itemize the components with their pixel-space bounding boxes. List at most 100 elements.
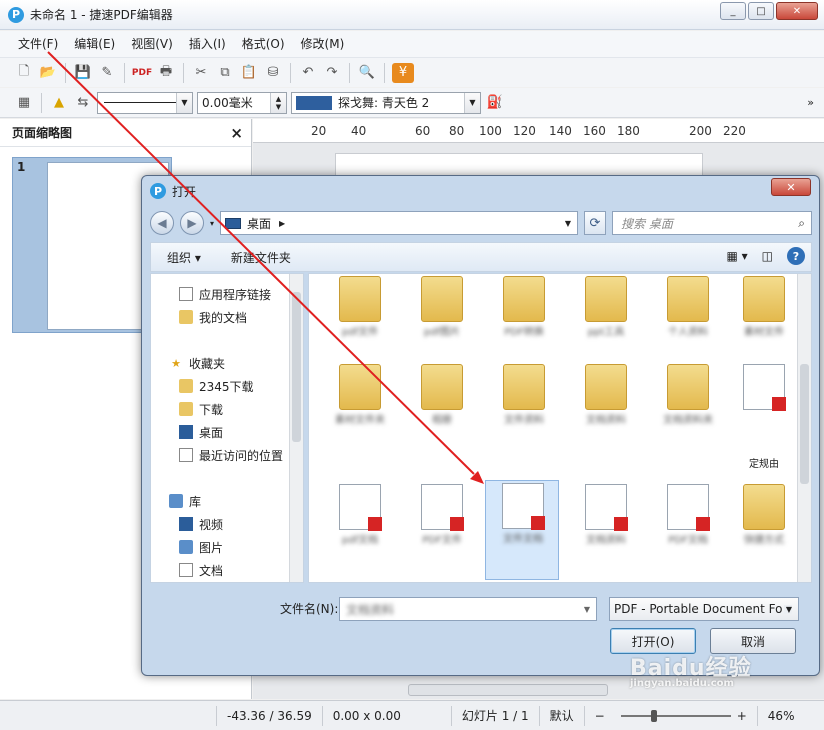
view-options-icon[interactable]: ▦ ▾ bbox=[726, 249, 747, 263]
minimize-button[interactable]: _ bbox=[720, 2, 746, 20]
menu-file[interactable]: 文件(F) bbox=[10, 31, 66, 57]
nav-item-label: 图片 bbox=[199, 540, 224, 555]
paste-icon[interactable]: 📋 bbox=[239, 63, 259, 83]
zoom-slider-thumb[interactable] bbox=[650, 709, 657, 722]
menu-edit[interactable]: 编辑(E) bbox=[66, 31, 123, 57]
file-item[interactable]: 文件资料 bbox=[487, 362, 561, 462]
help-icon[interactable]: ? bbox=[787, 247, 805, 265]
file-item[interactable]: pdf文档 bbox=[323, 482, 397, 582]
arrow-style-icon[interactable]: ⇆ bbox=[73, 93, 93, 113]
file-item[interactable]: pdf图片 bbox=[405, 274, 479, 374]
nav-scrollbar[interactable] bbox=[289, 274, 303, 582]
file-label: 相册 bbox=[432, 415, 452, 426]
file-item[interactable]: 相册 bbox=[405, 362, 479, 462]
pdf-file-icon bbox=[421, 484, 464, 531]
menu-format[interactable]: 格式(O) bbox=[234, 31, 293, 57]
undo-icon[interactable]: ↶ bbox=[298, 63, 318, 83]
new-folder-button[interactable]: 新建文件夹 bbox=[231, 249, 291, 266]
nav-item-recent[interactable]: 最近访问的位置 bbox=[179, 445, 283, 465]
file-item[interactable]: PDF转换 bbox=[487, 274, 561, 374]
file-item[interactable]: pdf文件 bbox=[323, 274, 397, 374]
nav-item-label: 应用程序链接 bbox=[199, 287, 272, 302]
maximize-button[interactable]: □ bbox=[748, 2, 774, 20]
chevron-down-icon[interactable]: ▼ bbox=[584, 605, 590, 614]
zoom-out-icon[interactable]: − bbox=[583, 705, 615, 726]
grid-icon[interactable]: ▦ bbox=[14, 93, 34, 113]
file-item-selected[interactable]: 文件文档 bbox=[485, 480, 559, 580]
nav-item-library[interactable]: 库 bbox=[169, 491, 201, 511]
copy-icon[interactable]: ⧉ bbox=[215, 63, 235, 83]
horizontal-scrollbar[interactable] bbox=[408, 684, 608, 696]
file-item[interactable]: 个人资料 bbox=[651, 274, 725, 374]
back-icon[interactable]: ◀ bbox=[150, 211, 174, 235]
redo-icon[interactable]: ↷ bbox=[322, 63, 342, 83]
ruler-tick: 120 bbox=[513, 124, 536, 138]
nav-item-documents[interactable]: 文档 bbox=[179, 560, 223, 580]
file-item[interactable]: 文档资料 bbox=[569, 482, 643, 582]
menu-modify[interactable]: 修改(M) bbox=[293, 31, 353, 57]
close-button[interactable]: ✕ bbox=[776, 2, 818, 20]
line-style-select[interactable]: ▼ bbox=[97, 91, 193, 114]
format-paintbrush-icon[interactable]: ⛁ bbox=[263, 63, 283, 83]
line-width-stepper[interactable]: 0.00毫米 ▲ ▼ bbox=[197, 91, 287, 114]
export-pdf-icon[interactable]: PDF bbox=[132, 63, 152, 83]
zoom-icon[interactable]: 🔍 bbox=[357, 63, 377, 83]
breadcrumb-arrow-icon[interactable]: ▶ bbox=[279, 219, 285, 228]
nav-item-desktop[interactable]: 桌面 bbox=[179, 422, 223, 442]
spin-arrows-icon[interactable]: ▲ ▼ bbox=[270, 92, 286, 113]
video-icon bbox=[179, 517, 193, 531]
file-item[interactable]: 快捷方式 bbox=[727, 482, 801, 582]
fill-bucket-icon[interactable]: ⛽ bbox=[485, 93, 505, 113]
toolbar-overflow-icon[interactable]: » bbox=[807, 96, 814, 109]
file-item[interactable]: 文档资料 bbox=[569, 362, 643, 462]
dialog-close-button[interactable]: ✕ bbox=[771, 178, 811, 196]
preview-pane-icon[interactable]: ◫ bbox=[762, 249, 773, 263]
file-item[interactable]: 素材文件 bbox=[727, 274, 801, 374]
edit-icon[interactable]: ✎ bbox=[97, 63, 117, 83]
nav-item-pictures[interactable]: 图片 bbox=[179, 537, 223, 557]
nav-item-label: 2345下载 bbox=[199, 379, 254, 394]
dialog-title: 打开 bbox=[172, 184, 197, 199]
file-item[interactable]: 定规由 bbox=[727, 362, 801, 470]
file-item[interactable]: ppt工具 bbox=[569, 274, 643, 374]
star-icon: ★ bbox=[171, 356, 181, 370]
scrollbar-thumb[interactable] bbox=[800, 364, 809, 484]
desktop-icon bbox=[225, 217, 242, 229]
history-chevron-icon[interactable]: ▾ bbox=[210, 219, 214, 228]
refresh-icon[interactable]: ⟳ bbox=[584, 211, 606, 235]
organize-button[interactable]: 组织 ▾ bbox=[167, 249, 201, 266]
filetype-select[interactable]: PDF - Portable Document Fo ▼ bbox=[609, 597, 799, 621]
menu-view[interactable]: 视图(V) bbox=[123, 31, 181, 57]
file-item[interactable]: PDF文件 bbox=[405, 482, 479, 582]
open-folder-icon[interactable]: 📂 bbox=[38, 63, 58, 83]
close-panel-icon[interactable]: × bbox=[230, 124, 243, 142]
scrollbar-thumb[interactable] bbox=[292, 292, 301, 442]
filename-input[interactable]: 文档资料 ▼ bbox=[339, 597, 597, 621]
file-label: 文档资料夹 bbox=[663, 415, 713, 426]
search-icon[interactable]: ⌕ bbox=[798, 216, 805, 231]
file-scrollbar[interactable] bbox=[797, 274, 811, 582]
zoom-in-icon[interactable]: + bbox=[737, 709, 747, 723]
nav-item-app-links[interactable]: 应用程序链接 bbox=[179, 284, 271, 304]
file-item[interactable]: PDF文档 bbox=[651, 482, 725, 582]
address-bar[interactable]: 桌面 ▶ ▼ bbox=[220, 211, 578, 235]
nav-item-videos[interactable]: 视频 bbox=[179, 514, 223, 534]
file-item[interactable]: 素材文件夹 bbox=[323, 362, 397, 462]
forward-icon[interactable]: ▶ bbox=[180, 211, 204, 235]
menu-insert[interactable]: 插入(I) bbox=[181, 31, 234, 57]
search-input[interactable]: 搜索 桌面 ⌕ bbox=[612, 211, 812, 235]
chevron-down-icon[interactable]: ▼ bbox=[565, 219, 571, 228]
nav-item-my-documents[interactable]: 我的文档 bbox=[179, 307, 247, 327]
nav-item-downloads[interactable]: 下载 bbox=[179, 399, 223, 419]
print-icon[interactable]: 🖶 bbox=[156, 63, 176, 83]
nav-item-2345-downloads[interactable]: 2345下载 bbox=[179, 376, 254, 396]
money-icon[interactable]: ¥ bbox=[392, 62, 414, 83]
line-style-icon[interactable]: ▲ bbox=[49, 93, 69, 113]
nav-item-favorites[interactable]: ★ 收藏夹 bbox=[169, 353, 225, 373]
cut-icon[interactable]: ✂ bbox=[191, 63, 211, 83]
file-item[interactable]: 文档资料夹 bbox=[651, 362, 725, 462]
fill-color-select[interactable]: 探戈舞: 青天色 2 ▼ bbox=[291, 91, 481, 114]
new-document-icon[interactable]: 🗋 bbox=[14, 63, 34, 83]
zoom-slider[interactable] bbox=[620, 709, 731, 722]
save-icon[interactable]: 💾 bbox=[73, 63, 93, 83]
